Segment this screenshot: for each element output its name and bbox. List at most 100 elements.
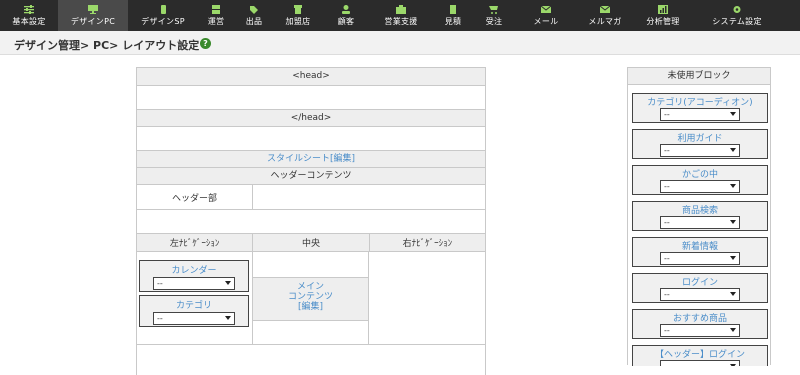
chevron-down-icon	[225, 281, 231, 285]
select-value: --	[157, 279, 163, 288]
block-position-select[interactable]: --	[660, 324, 740, 337]
block-label: 【ヘッダー】ログイン	[654, 350, 745, 360]
nav-label: 分析管理	[646, 17, 680, 26]
nav-mail[interactable]: メール	[514, 0, 578, 31]
left-nav-column: カレンダー -- カテゴリ --	[137, 252, 253, 344]
page-title: デザイン管理> PC> レイアウト設定	[14, 39, 200, 52]
nav-label: 基本設定	[12, 17, 46, 26]
select-value: --	[664, 110, 670, 119]
nav-affiliates[interactable]: 加盟店	[274, 0, 322, 31]
unused-block[interactable]: 利用ガイド --	[632, 129, 768, 159]
main-contents-edit-link[interactable]: [編集]	[253, 302, 368, 312]
select-value: --	[664, 146, 670, 155]
nav-label: 見積	[444, 17, 462, 26]
nav-sales-support[interactable]: 営業支援	[370, 0, 432, 31]
nav-label: 受注	[485, 17, 503, 26]
center-header: 中央	[252, 234, 369, 251]
sliders-icon	[24, 5, 34, 14]
header-part-dropzone	[253, 185, 485, 209]
nav-orders[interactable]: 受注	[474, 0, 514, 31]
block-position-select[interactable]: --	[153, 312, 235, 325]
block-label: 商品検索	[681, 206, 718, 216]
chevron-down-icon	[730, 112, 736, 116]
unused-blocks-panel: 未使用ブロック カテゴリ(アコーディオン) -- 利用ガイド -- かごの中 -…	[627, 67, 771, 366]
block-position-select[interactable]: --	[660, 360, 740, 366]
chevron-down-icon	[730, 364, 736, 366]
block-position-select[interactable]: --	[660, 252, 740, 265]
select-value: --	[664, 254, 670, 263]
nav-operation[interactable]: 運営	[198, 0, 234, 31]
unused-block[interactable]: 商品検索 --	[632, 201, 768, 231]
main-contents-line1: メイン	[296, 282, 324, 292]
tag-icon	[249, 5, 259, 14]
header-contents-label: ヘッダーコンテンツ	[270, 171, 352, 181]
block-label: カテゴリ	[175, 301, 212, 311]
chevron-down-icon	[730, 328, 736, 332]
nav-system-settings[interactable]: システム設定	[694, 0, 780, 31]
top-navigation: 基本設定 デザインPC デザインSP 運営 出品 加盟店 顧客 営業支援 見積 …	[0, 0, 800, 31]
block-label: 新着情報	[681, 242, 718, 252]
mail-icon	[541, 5, 551, 14]
unused-blocks-title: 未使用ブロック	[628, 68, 770, 85]
columns-body: カレンダー -- カテゴリ -- メイン コンテンツ [編集]	[137, 252, 485, 345]
main-contents-box: メイン コンテンツ [編集]	[253, 277, 368, 321]
unused-block[interactable]: 【ヘッダー】ログイン --	[632, 345, 768, 366]
unused-block[interactable]: カテゴリ(アコーディオン) --	[632, 93, 768, 123]
stylesheet-row: スタイルシート[編集]	[137, 151, 485, 168]
nav-design-sp[interactable]: デザインSP	[128, 0, 198, 31]
unused-block[interactable]: 新着情報 --	[632, 237, 768, 267]
block-label: かごの中	[681, 170, 718, 180]
select-value: --	[664, 326, 670, 335]
newsletter-icon	[600, 5, 610, 14]
monitor-icon	[88, 5, 98, 14]
nav-label: メルマガ	[588, 17, 622, 26]
document-icon	[448, 5, 458, 14]
unused-block[interactable]: ログイン --	[632, 273, 768, 303]
block-category[interactable]: カテゴリ --	[139, 295, 249, 327]
nav-label: システム設定	[712, 17, 762, 26]
help-icon[interactable]: ?	[200, 38, 211, 49]
block-position-select[interactable]: --	[660, 180, 740, 193]
nav-quotes[interactable]: 見積	[432, 0, 474, 31]
chevron-down-icon	[225, 316, 231, 320]
head-open-row: <head>	[137, 68, 485, 86]
header-contents-row: ヘッダーコンテンツ	[137, 168, 485, 185]
select-value: --	[664, 290, 670, 299]
block-position-select[interactable]: --	[660, 108, 740, 121]
head-open-label: <head>	[292, 71, 330, 81]
block-position-select[interactable]: --	[660, 288, 740, 301]
block-position-select[interactable]: --	[153, 277, 235, 290]
nav-label: メール	[533, 17, 559, 26]
nav-newsletter[interactable]: メルマガ	[578, 0, 632, 31]
head-close-row: </head>	[137, 110, 485, 127]
block-position-select[interactable]: --	[660, 144, 740, 157]
briefcase-icon	[396, 5, 406, 14]
block-position-select[interactable]: --	[660, 216, 740, 229]
nav-label: 顧客	[337, 17, 355, 26]
right-nav-header: 右ﾅﾋﾞｹﾞｰｼｮﾝ	[368, 234, 485, 251]
nav-label: デザインPC	[70, 17, 116, 26]
unused-block[interactable]: おすすめ商品 --	[632, 309, 768, 339]
block-calendar[interactable]: カレンダー --	[139, 260, 249, 292]
block-label: 利用ガイド	[677, 134, 723, 144]
smartphone-icon	[158, 5, 168, 14]
user-icon	[341, 5, 351, 14]
block-label: カレンダー	[171, 266, 217, 276]
nav-label: 加盟店	[285, 17, 311, 26]
nav-design-pc[interactable]: デザインPC	[58, 0, 128, 31]
stylesheet-edit-link[interactable]: スタイルシート[編集]	[267, 154, 355, 164]
right-nav-column	[369, 252, 485, 344]
gear-icon	[732, 5, 742, 14]
nav-customers[interactable]: 顧客	[322, 0, 370, 31]
store-icon	[293, 5, 303, 14]
unused-block[interactable]: かごの中 --	[632, 165, 768, 195]
block-label: おすすめ商品	[672, 314, 727, 324]
select-value: --	[664, 182, 670, 191]
nav-listing[interactable]: 出品	[234, 0, 274, 31]
nav-analytics[interactable]: 分析管理	[632, 0, 694, 31]
nav-label: 出品	[245, 17, 263, 26]
block-label: カテゴリ(アコーディオン)	[647, 98, 753, 108]
cart-icon	[489, 5, 499, 14]
nav-basic-settings[interactable]: 基本設定	[0, 0, 58, 31]
select-value: --	[664, 362, 670, 366]
